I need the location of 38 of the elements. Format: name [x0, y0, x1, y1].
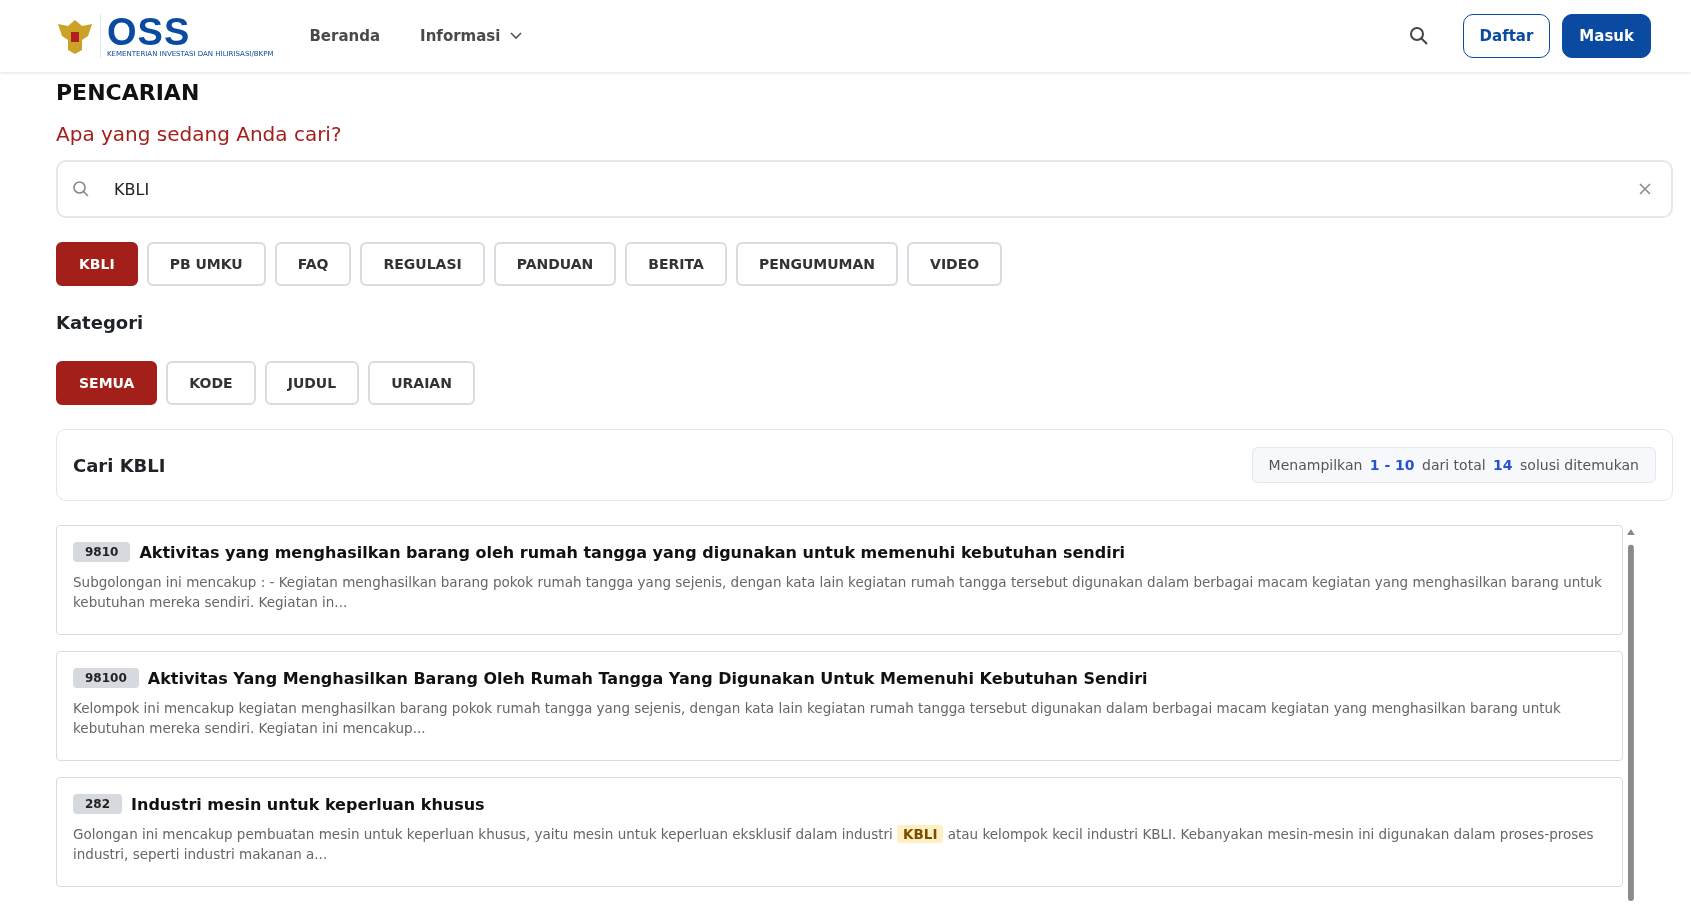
category-heading: Kategori — [56, 312, 145, 333]
filter-tab[interactable]: REGULASI — [360, 242, 485, 286]
close-icon[interactable] — [1639, 183, 1651, 195]
logo-text: OSS — [107, 14, 191, 50]
category-tab[interactable]: URAIAN — [368, 361, 475, 405]
results-summary: Menampilkan 1 - 10 dari total 14 solusi ditemukan — [1251, 447, 1656, 483]
register-button[interactable]: Daftar — [1462, 14, 1551, 58]
filter-tab[interactable]: KBLI — [56, 242, 138, 286]
filter-tab[interactable]: FAQ — [274, 242, 352, 286]
chevron-down-icon — [510, 32, 523, 40]
filter-tab[interactable]: PANDUAN — [493, 242, 617, 286]
category-tab[interactable]: SEMUA — [56, 361, 158, 405]
result-description: Kelompok ini mencakup kegiatan menghasilkan barang pokok rumah tangga yang sejenis, dengan kata lain kegiatan rumah tangga tersebut digunakan dalam berbagai macam kegiatan yang menghasilkan barang untuk kebutuhan mereka sendiri. Kegiatan ini mencakup... — [73, 699, 1562, 738]
filter-tab[interactable]: PENGUMUMAN — [735, 242, 899, 286]
code-badge: 9810 — [73, 542, 131, 562]
login-button[interactable]: Masuk — [1562, 14, 1651, 58]
search-icon[interactable] — [1408, 26, 1429, 46]
result-title: Industri mesin untuk keperluan khusus — [131, 794, 485, 814]
code-badge: 98100 — [73, 668, 139, 688]
search-question: Apa yang sedang Anda cari? — [56, 122, 343, 146]
panel-title: Cari KBLI — [73, 454, 166, 476]
nav-dropdown[interactable]: Informasi — [420, 27, 523, 45]
page-title: PENCARIAN — [56, 80, 201, 106]
category-tab[interactable]: JUDUL — [264, 361, 360, 405]
filter-tab[interactable]: VIDEO — [907, 242, 1003, 286]
search-icon — [72, 180, 90, 198]
result-card[interactable] — [56, 525, 1624, 635]
result-title: Aktivitas yang menghasilkan barang oleh rumah tangga yang digunakan untuk memenuhi kebutuhan sendiri — [139, 542, 1126, 562]
filter-tab[interactable]: PB UMKU — [146, 242, 266, 286]
category-tab[interactable]: KODE — [166, 361, 256, 405]
search-field[interactable]: KBLI — [56, 160, 1673, 218]
result-card[interactable] — [56, 651, 1624, 761]
filter-tab[interactable]: BERITA — [625, 242, 727, 286]
code-badge: 282 — [73, 794, 123, 814]
nav-link[interactable]: Beranda — [309, 27, 381, 45]
result-description: Subgolongan ini mencakup : - Kegiatan menghasilkan barang pokok rumah tangga yang sejenis, dengan kata lain kegiatan rumah tangga tersebut digunakan dalam berbagai macam kegiatan yang menghasilkan barang untuk kebutuhan mereka sendiri. Kegiatan in... — [73, 573, 1603, 612]
result-description: Golongan ini mencakup pembuatan mesin untuk keperluan khusus, yaitu mesin untuk keperluan eksklusif dalam industri KBLI atau kelompok kecil industri KBLI. Kebanyakan mesin-mesin ini digunakan dalam proses-proses industri, seperti industri makanan a... — [73, 824, 1595, 864]
result-title: Aktivitas Yang Menghasilkan Barang Oleh Rumah Tangga Yang Digunakan Untuk Memenuhi Kebutuhan Sendiri — [147, 668, 1148, 688]
